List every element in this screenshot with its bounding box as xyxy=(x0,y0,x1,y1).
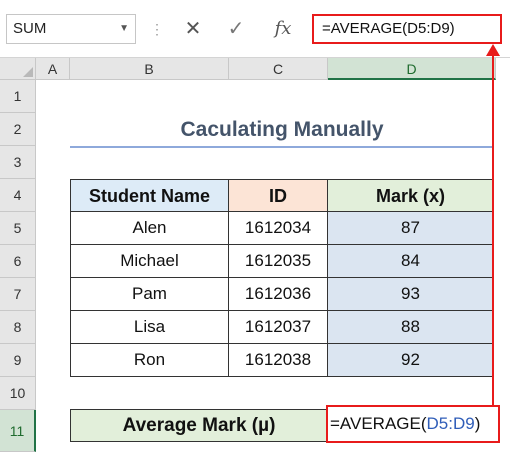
row-header-3[interactable]: 3 xyxy=(0,146,36,179)
cell-id[interactable]: 1612037 xyxy=(229,311,328,344)
row-header-2[interactable]: 2 xyxy=(0,113,36,146)
name-box[interactable]: SUM ▼ xyxy=(6,14,136,44)
cell-mark[interactable]: 87 xyxy=(328,212,494,245)
cell-id[interactable]: 1612036 xyxy=(229,278,328,311)
annotation-arrow-line xyxy=(492,52,494,406)
insert-function-icon[interactable]: fx xyxy=(266,14,300,44)
row-header-6[interactable]: 6 xyxy=(0,245,36,278)
average-label[interactable]: Average Mark (µ) xyxy=(70,409,328,442)
column-header-c[interactable]: C xyxy=(229,58,328,80)
row-header-1[interactable]: 1 xyxy=(0,80,36,113)
header-student-name[interactable]: Student Name xyxy=(70,179,229,212)
formula-prefix: =AVERAGE( xyxy=(330,414,427,433)
chevron-down-icon[interactable]: ▼ xyxy=(119,15,129,43)
header-id[interactable]: ID xyxy=(229,179,328,212)
cell-mark[interactable]: 84 xyxy=(328,245,494,278)
row-header-10[interactable]: 10 xyxy=(0,377,36,410)
cell-mark[interactable]: 88 xyxy=(328,311,494,344)
drag-handle-icon[interactable]: ⋮ xyxy=(150,18,164,40)
enter-icon[interactable]: ✓ xyxy=(219,14,253,44)
cell-id[interactable]: 1612038 xyxy=(229,344,328,377)
cell-mark[interactable]: 93 xyxy=(328,278,494,311)
column-header-d[interactable]: D xyxy=(328,58,496,80)
name-box-value: SUM xyxy=(13,20,47,37)
cell-name[interactable]: Ron xyxy=(70,344,229,377)
cell-name[interactable]: Lisa xyxy=(70,311,229,344)
formula-bar: SUM ▼ ⋮ ✕ ✓ fx =AVERAGE(D5:D9) xyxy=(0,0,510,58)
row-header-9[interactable]: 9 xyxy=(0,344,36,377)
cancel-icon[interactable]: ✕ xyxy=(176,14,210,44)
row-header-7[interactable]: 7 xyxy=(0,278,36,311)
cell-name[interactable]: Michael xyxy=(70,245,229,278)
formula-input[interactable]: =AVERAGE(D5:D9) xyxy=(312,14,502,44)
cell-id[interactable]: 1612035 xyxy=(229,245,328,278)
formula-range-ref: D5:D9 xyxy=(426,414,475,433)
sheet-title: Caculating Manually xyxy=(70,113,494,148)
row-header-11[interactable]: 11 xyxy=(0,410,36,452)
annotation-arrow-head-icon xyxy=(486,44,500,56)
average-formula-cell[interactable]: =AVERAGE(D5:D9) xyxy=(326,405,500,443)
row-header-5[interactable]: 5 xyxy=(0,212,36,245)
cell-mark[interactable]: 92 xyxy=(328,344,494,377)
formula-suffix: ) xyxy=(474,414,481,433)
cell-id[interactable]: 1612034 xyxy=(229,212,328,245)
column-header-a[interactable]: A xyxy=(36,58,70,80)
cell-name[interactable]: Alen xyxy=(70,212,229,245)
header-mark[interactable]: Mark (x) xyxy=(328,179,494,212)
row-header-4[interactable]: 4 xyxy=(0,179,36,212)
cell-name[interactable]: Pam xyxy=(70,278,229,311)
select-all-button[interactable] xyxy=(0,58,36,80)
row-header-8[interactable]: 8 xyxy=(0,311,36,344)
column-header-b[interactable]: B xyxy=(70,58,229,80)
